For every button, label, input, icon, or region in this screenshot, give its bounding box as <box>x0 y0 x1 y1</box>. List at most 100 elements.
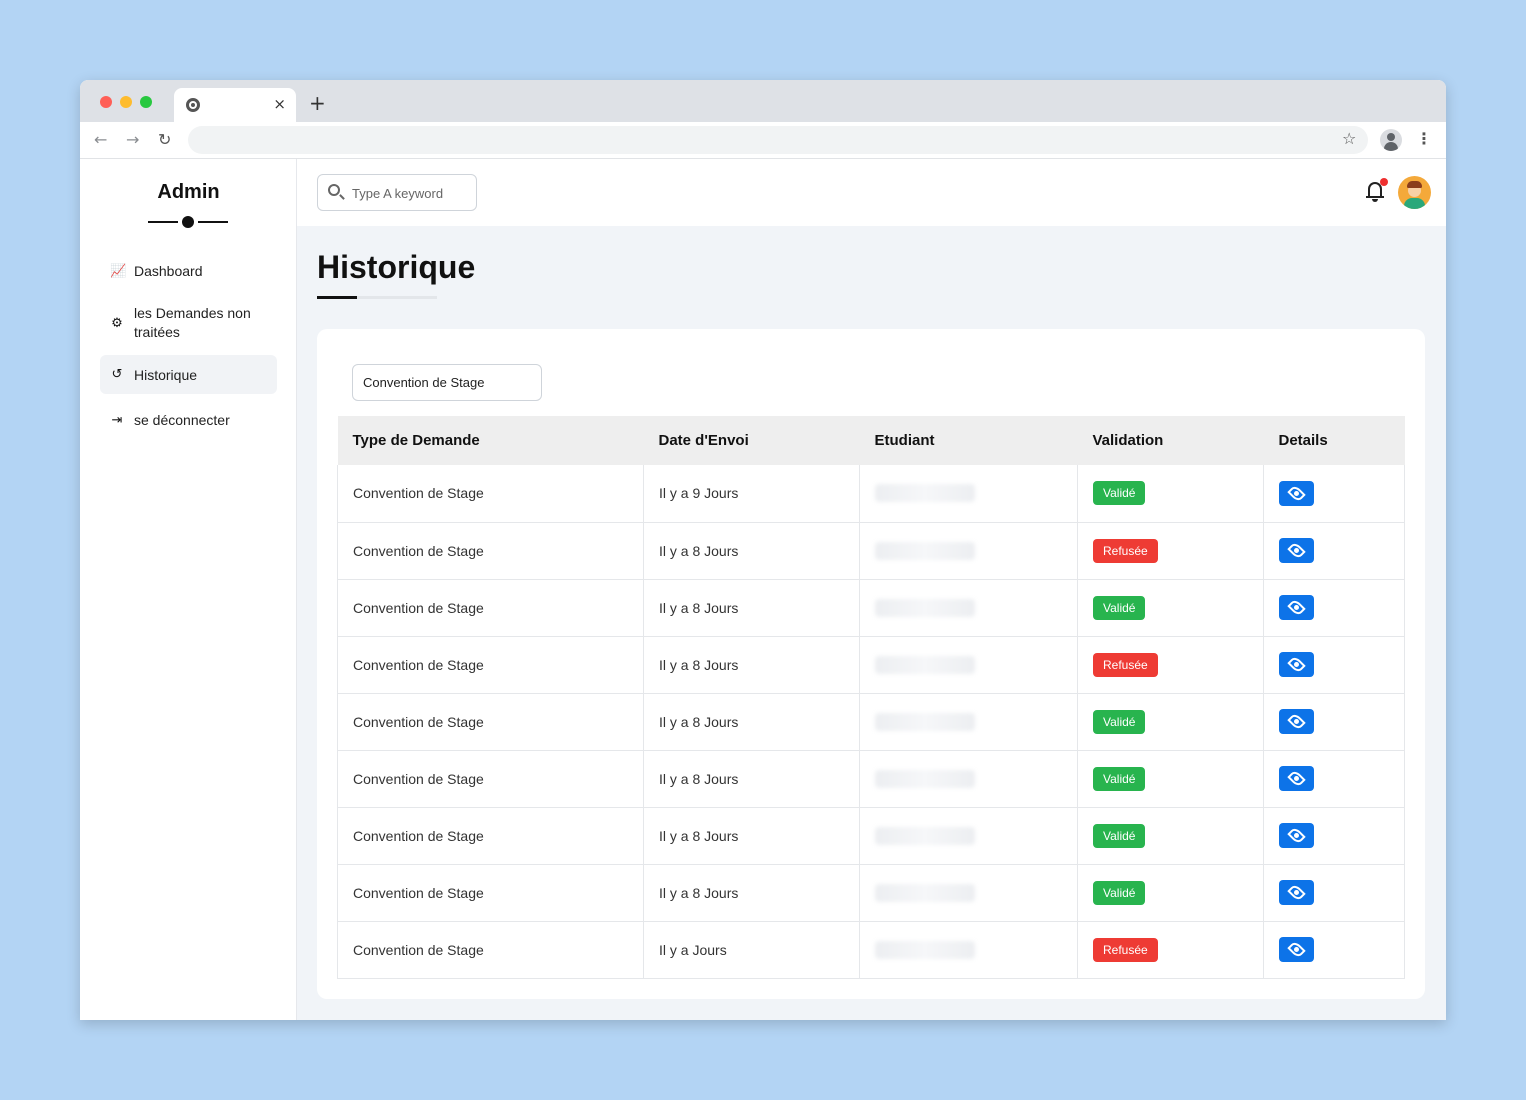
view-details-button[interactable] <box>1279 823 1314 848</box>
sidebar-item-historique[interactable]: ↺ Historique <box>100 355 277 394</box>
request-type-cell: Convention de Stage <box>337 864 644 922</box>
send-date-cell: Il y a Jours <box>643 921 860 979</box>
student-cell <box>859 864 1078 922</box>
logout-icon: ⇥ <box>111 412 123 428</box>
view-details-button[interactable] <box>1279 480 1314 506</box>
details-cell <box>1263 579 1405 637</box>
tab-close-icon[interactable]: × <box>273 95 286 113</box>
new-tab-button[interactable]: + <box>309 91 326 115</box>
details-cell <box>1263 750 1405 808</box>
view-details-button[interactable] <box>1279 652 1314 677</box>
reload-icon[interactable]: ↻ <box>158 130 171 149</box>
address-bar[interactable] <box>188 126 1368 154</box>
send-date-cell: Il y a 8 Jours <box>643 750 860 808</box>
view-details-button[interactable] <box>1279 937 1314 962</box>
table-body: Convention de Stage Il y a 9 Jours Validé C… <box>337 465 1405 979</box>
brand-divider <box>148 216 228 228</box>
main-content: Historique Convention de Stage Type de D… <box>297 159 1446 1020</box>
validation-cell: Validé <box>1077 465 1264 523</box>
browser-menu-icon[interactable]: ⋮ <box>1416 129 1432 148</box>
student-name-redacted <box>875 598 975 617</box>
forward-icon[interactable]: → <box>126 130 139 149</box>
student-name-redacted <box>875 712 975 731</box>
minimize-window-button[interactable] <box>120 96 132 108</box>
student-name-redacted <box>875 883 975 902</box>
status-badge: Validé <box>1093 880 1146 905</box>
send-date-cell: Il y a 8 Jours <box>643 864 860 922</box>
request-type-cell: Convention de Stage <box>337 465 644 523</box>
search-box[interactable] <box>317 174 477 211</box>
view-details-button[interactable] <box>1279 595 1314 620</box>
page-title: Historique <box>317 249 476 285</box>
validation-cell: Refusée <box>1077 921 1264 979</box>
bell-icon[interactable] <box>1365 178 1388 204</box>
send-date-cell: Il y a 8 Jours <box>643 579 860 637</box>
view-details-button[interactable] <box>1279 709 1314 734</box>
validation-cell: Validé <box>1077 807 1264 865</box>
status-badge: Refusée <box>1093 538 1158 563</box>
browser-tab[interactable]: × <box>174 88 296 122</box>
browser-titlebar: × + <box>80 80 1446 122</box>
student-name-redacted <box>875 484 975 503</box>
history-table: Type de Demande Date d'Envoi Etudiant Va… <box>337 416 1405 979</box>
maximize-window-button[interactable] <box>140 96 152 108</box>
validation-cell: Validé <box>1077 750 1264 808</box>
chart-icon: 📈 <box>110 263 127 279</box>
history-card: Convention de Stage Type de Demande Date… <box>317 329 1425 999</box>
details-cell <box>1263 522 1405 580</box>
back-icon[interactable]: ← <box>94 130 107 149</box>
bookmark-star-icon[interactable]: ☆ <box>1342 129 1356 148</box>
browser-toolbar: ← → ↻ ☆ ⋮ <box>80 122 1446 159</box>
send-date-cell: Il y a 8 Jours <box>643 522 860 580</box>
table-row: Convention de Stage Il y a 8 Jours Validé <box>337 693 1405 751</box>
validation-cell: Refusée <box>1077 522 1264 580</box>
search-input[interactable] <box>352 183 470 203</box>
sidebar-item-demandes[interactable]: ⚙ les Demandes non traitées <box>100 297 277 349</box>
close-window-button[interactable] <box>100 96 112 108</box>
student-cell <box>859 807 1078 865</box>
avatar[interactable] <box>1398 176 1431 209</box>
sidebar-item-logout[interactable]: ⇥ se déconnecter <box>100 400 277 440</box>
student-name-redacted <box>875 826 975 845</box>
student-cell <box>859 579 1078 637</box>
chrome-icon <box>186 98 200 112</box>
sidebar-item-label: se déconnecter <box>134 412 230 428</box>
gear-icon: ⚙ <box>111 315 123 331</box>
send-date-cell: Il y a 8 Jours <box>643 807 860 865</box>
details-cell <box>1263 864 1405 922</box>
view-details-button[interactable] <box>1279 766 1314 791</box>
request-type-cell: Convention de Stage <box>337 807 644 865</box>
column-header-date: Date d'Envoi <box>643 416 860 465</box>
validation-cell: Validé <box>1077 579 1264 637</box>
send-date-cell: Il y a 8 Jours <box>643 636 860 694</box>
details-cell <box>1263 807 1405 865</box>
send-date-cell: Il y a 9 Jours <box>643 465 860 523</box>
request-type-cell: Convention de Stage <box>337 693 644 751</box>
student-name-redacted <box>875 655 975 674</box>
table-row: Convention de Stage Il y a 8 Jours Refusée <box>337 636 1405 694</box>
request-type-cell: Convention de Stage <box>337 522 644 580</box>
sidebar-item-label: Dashboard <box>134 263 203 279</box>
student-name-redacted <box>875 541 975 560</box>
status-badge: Validé <box>1093 766 1146 791</box>
app: Admin 📈 Dashboard ⚙ les Demandes non tra… <box>80 159 1446 1020</box>
student-cell <box>859 921 1078 979</box>
column-header-validation: Validation <box>1077 416 1264 465</box>
view-details-button[interactable] <box>1279 880 1314 905</box>
student-cell <box>859 750 1078 808</box>
sidebar: Admin 📈 Dashboard ⚙ les Demandes non tra… <box>80 159 297 1020</box>
view-details-button[interactable] <box>1279 538 1314 563</box>
student-cell <box>859 522 1078 580</box>
student-cell <box>859 636 1078 694</box>
search-icon <box>328 184 340 196</box>
table-header-row: Type de Demande Date d'Envoi Etudiant Va… <box>337 416 1405 465</box>
brand-title: Admin <box>157 181 220 203</box>
sidebar-item-label: les Demandes non traitées <box>134 305 251 340</box>
profile-icon[interactable] <box>1380 129 1402 151</box>
type-filter-select[interactable]: Convention de Stage <box>352 364 542 401</box>
details-cell <box>1263 693 1405 751</box>
column-header-type: Type de Demande <box>337 416 644 465</box>
sidebar-item-dashboard[interactable]: 📈 Dashboard <box>100 251 277 291</box>
request-type-cell: Convention de Stage <box>337 750 644 808</box>
notification-dot <box>1380 178 1388 186</box>
